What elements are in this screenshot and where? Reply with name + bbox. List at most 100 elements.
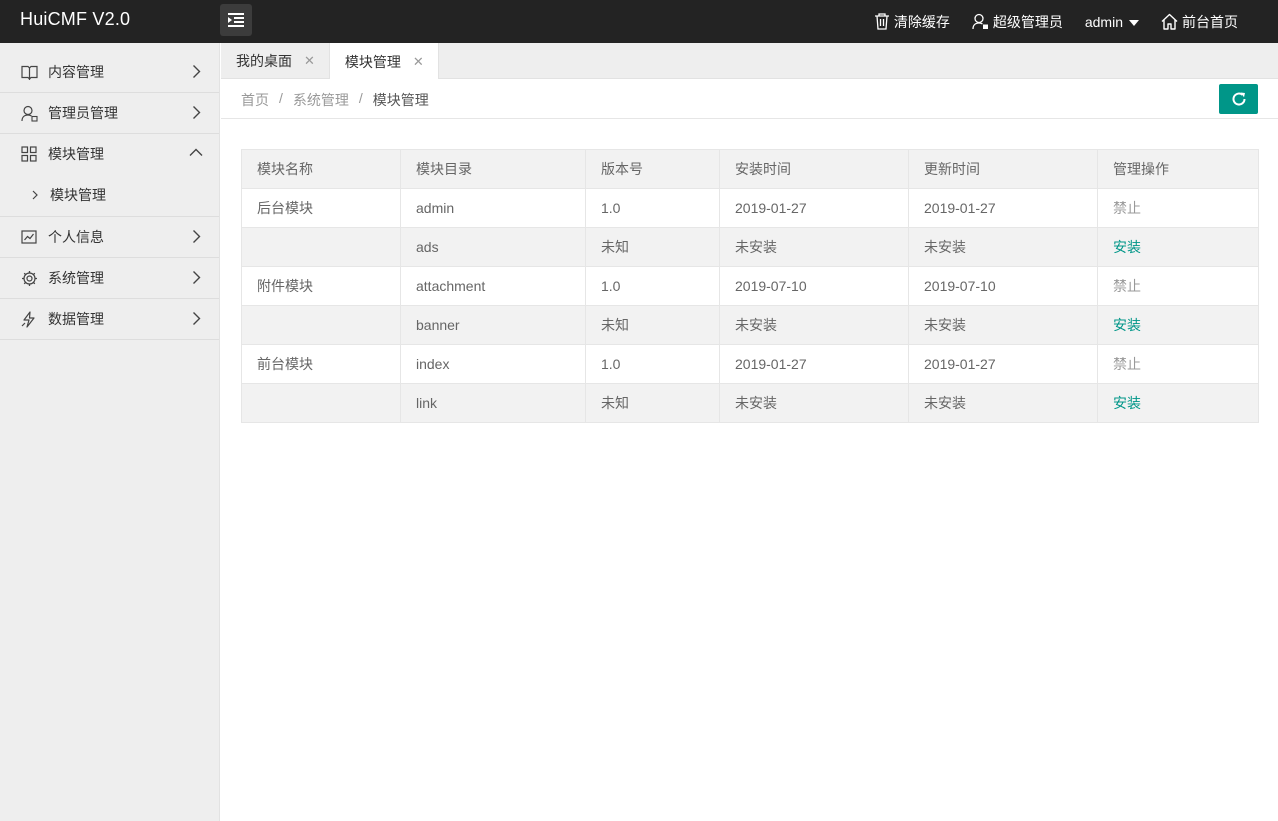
install-time-cell: 未安装: [719, 227, 909, 267]
column-header: 更新时间: [908, 149, 1098, 189]
sidebar-toggle-button[interactable]: [220, 4, 252, 36]
sidebar-item-label: 内容管理: [48, 64, 104, 80]
chevron-up-icon: [189, 148, 203, 156]
clear-cache-button[interactable]: 清除缓存: [874, 12, 950, 32]
sidebar: 内容管理 管理员管理 模块管理 模块管理 个人信息 系统管理 数据管理: [0, 43, 220, 821]
close-icon[interactable]: ✕: [413, 54, 424, 70]
book-icon: [20, 63, 38, 81]
action-cell: 禁止: [1097, 266, 1259, 306]
update-time-cell: 未安装: [908, 305, 1098, 345]
caret-down-icon: [1129, 19, 1139, 26]
chevron-right-icon: [193, 65, 201, 78]
clear-cache-label: 清除缓存: [893, 13, 950, 30]
indent-icon: [228, 13, 244, 27]
refresh-icon: [1232, 92, 1246, 106]
table-row: link 未知 未安装 未安装 安装: [241, 383, 1259, 423]
sidebar-item-profile[interactable]: 个人信息: [0, 217, 219, 257]
version-cell: 1.0: [585, 188, 720, 228]
column-header: 模块目录: [400, 149, 586, 189]
close-icon[interactable]: ✕: [304, 53, 315, 69]
user-icon: [20, 104, 38, 122]
module-dir-cell: banner: [400, 305, 586, 345]
sidebar-item-data[interactable]: 数据管理: [0, 299, 219, 339]
install-link[interactable]: 安装: [1113, 239, 1141, 255]
sidebar-item-content[interactable]: 内容管理: [0, 52, 219, 92]
module-name-cell: 附件模块: [241, 266, 401, 306]
user-dropdown[interactable]: admin: [1085, 14, 1139, 30]
column-header: 管理操作: [1097, 149, 1259, 189]
refresh-button[interactable]: [1219, 84, 1258, 114]
chevron-right-icon: [32, 190, 38, 200]
module-name-cell: 后台模块: [241, 188, 401, 228]
sidebar-subitem-label: 模块管理: [50, 187, 106, 203]
sidebar-subitem-module-management[interactable]: 模块管理: [0, 174, 219, 216]
module-name-cell: [241, 227, 401, 267]
install-link[interactable]: 安装: [1113, 395, 1141, 411]
column-header: 版本号: [585, 149, 720, 189]
version-cell: 未知: [585, 383, 720, 423]
version-cell: 未知: [585, 227, 720, 267]
top-navbar: HuiCMF V2.0 清除缓存 超级管理员 admin 前台首页: [0, 0, 1278, 43]
update-time-cell: 未安装: [908, 383, 1098, 423]
chevron-right-icon: [193, 312, 201, 325]
table-row: banner 未知 未安装 未安装 安装: [241, 305, 1259, 345]
install-time-cell: 未安装: [719, 383, 909, 423]
sidebar-item-label: 系统管理: [48, 270, 104, 286]
module-dir-cell: admin: [400, 188, 586, 228]
breadcrumb: 首页 / 系统管理 / 模块管理: [241, 90, 429, 110]
frontend-home-link[interactable]: 前台首页: [1161, 12, 1238, 32]
version-cell: 未知: [585, 305, 720, 345]
disable-link[interactable]: 禁止: [1113, 200, 1141, 216]
install-time-cell: 未安装: [719, 305, 909, 345]
disable-link[interactable]: 禁止: [1113, 278, 1141, 294]
version-cell: 1.0: [585, 266, 720, 306]
update-time-cell: 2019-01-27: [908, 344, 1098, 384]
install-link[interactable]: 安装: [1113, 317, 1141, 333]
table-row: 后台模块 admin 1.0 2019-01-27 2019-01-27 禁止: [241, 188, 1259, 228]
table-row: 前台模块 index 1.0 2019-01-27 2019-01-27 禁止: [241, 344, 1259, 384]
sidebar-item-modules[interactable]: 模块管理: [0, 134, 219, 174]
action-cell: 安装: [1097, 305, 1259, 345]
tab-module-management[interactable]: 模块管理 ✕: [328, 43, 439, 80]
breadcrumb-home[interactable]: 首页: [241, 90, 269, 110]
table-header-row: 模块名称 模块目录 版本号 安装时间 更新时间 管理操作: [241, 149, 1259, 189]
update-time-cell: 未安装: [908, 227, 1098, 267]
frontend-home-label: 前台首页: [1182, 13, 1238, 30]
table-row: 附件模块 attachment 1.0 2019-07-10 2019-07-10 禁止: [241, 266, 1259, 306]
sidebar-item-label: 数据管理: [48, 311, 104, 327]
install-time-cell: 2019-07-10: [719, 266, 909, 306]
role-menu[interactable]: 超级管理员: [972, 12, 1063, 32]
app-logo[interactable]: HuiCMF V2.0: [20, 9, 130, 30]
data-icon: [20, 310, 38, 328]
tab-label: 模块管理: [344, 53, 401, 70]
sidebar-item-admins[interactable]: 管理员管理: [0, 93, 219, 133]
module-table: 模块名称 模块目录 版本号 安装时间 更新时间 管理操作 后台模块 admin 1.…: [241, 149, 1259, 423]
gear-icon: [20, 269, 38, 287]
update-time-cell: 2019-01-27: [908, 188, 1098, 228]
install-time-cell: 2019-01-27: [719, 188, 909, 228]
module-dir-cell: attachment: [400, 266, 586, 306]
home-icon: [1161, 13, 1178, 30]
sidebar-item-label: 个人信息: [48, 229, 104, 245]
sidebar-item-system[interactable]: 系统管理: [0, 258, 219, 298]
action-cell: 禁止: [1097, 188, 1259, 228]
breadcrumb-system[interactable]: 系统管理: [293, 90, 349, 110]
chevron-right-icon: [193, 230, 201, 243]
install-time-cell: 2019-01-27: [719, 344, 909, 384]
grid-icon: [20, 145, 38, 163]
table-row: ads 未知 未安装 未安装 安装: [241, 227, 1259, 267]
module-name-cell: [241, 383, 401, 423]
action-cell: 安装: [1097, 383, 1259, 423]
trash-icon: [874, 13, 889, 30]
disable-link[interactable]: 禁止: [1113, 356, 1141, 372]
tab-desktop[interactable]: 我的桌面 ✕: [221, 43, 329, 79]
module-dir-cell: index: [400, 344, 586, 384]
column-header: 安装时间: [719, 149, 909, 189]
user-admin-icon: [972, 13, 988, 30]
column-header: 模块名称: [241, 149, 401, 189]
version-cell: 1.0: [585, 344, 720, 384]
module-dir-cell: link: [400, 383, 586, 423]
action-cell: 禁止: [1097, 344, 1259, 384]
sidebar-item-label: 管理员管理: [48, 105, 118, 121]
chevron-right-icon: [193, 106, 201, 119]
